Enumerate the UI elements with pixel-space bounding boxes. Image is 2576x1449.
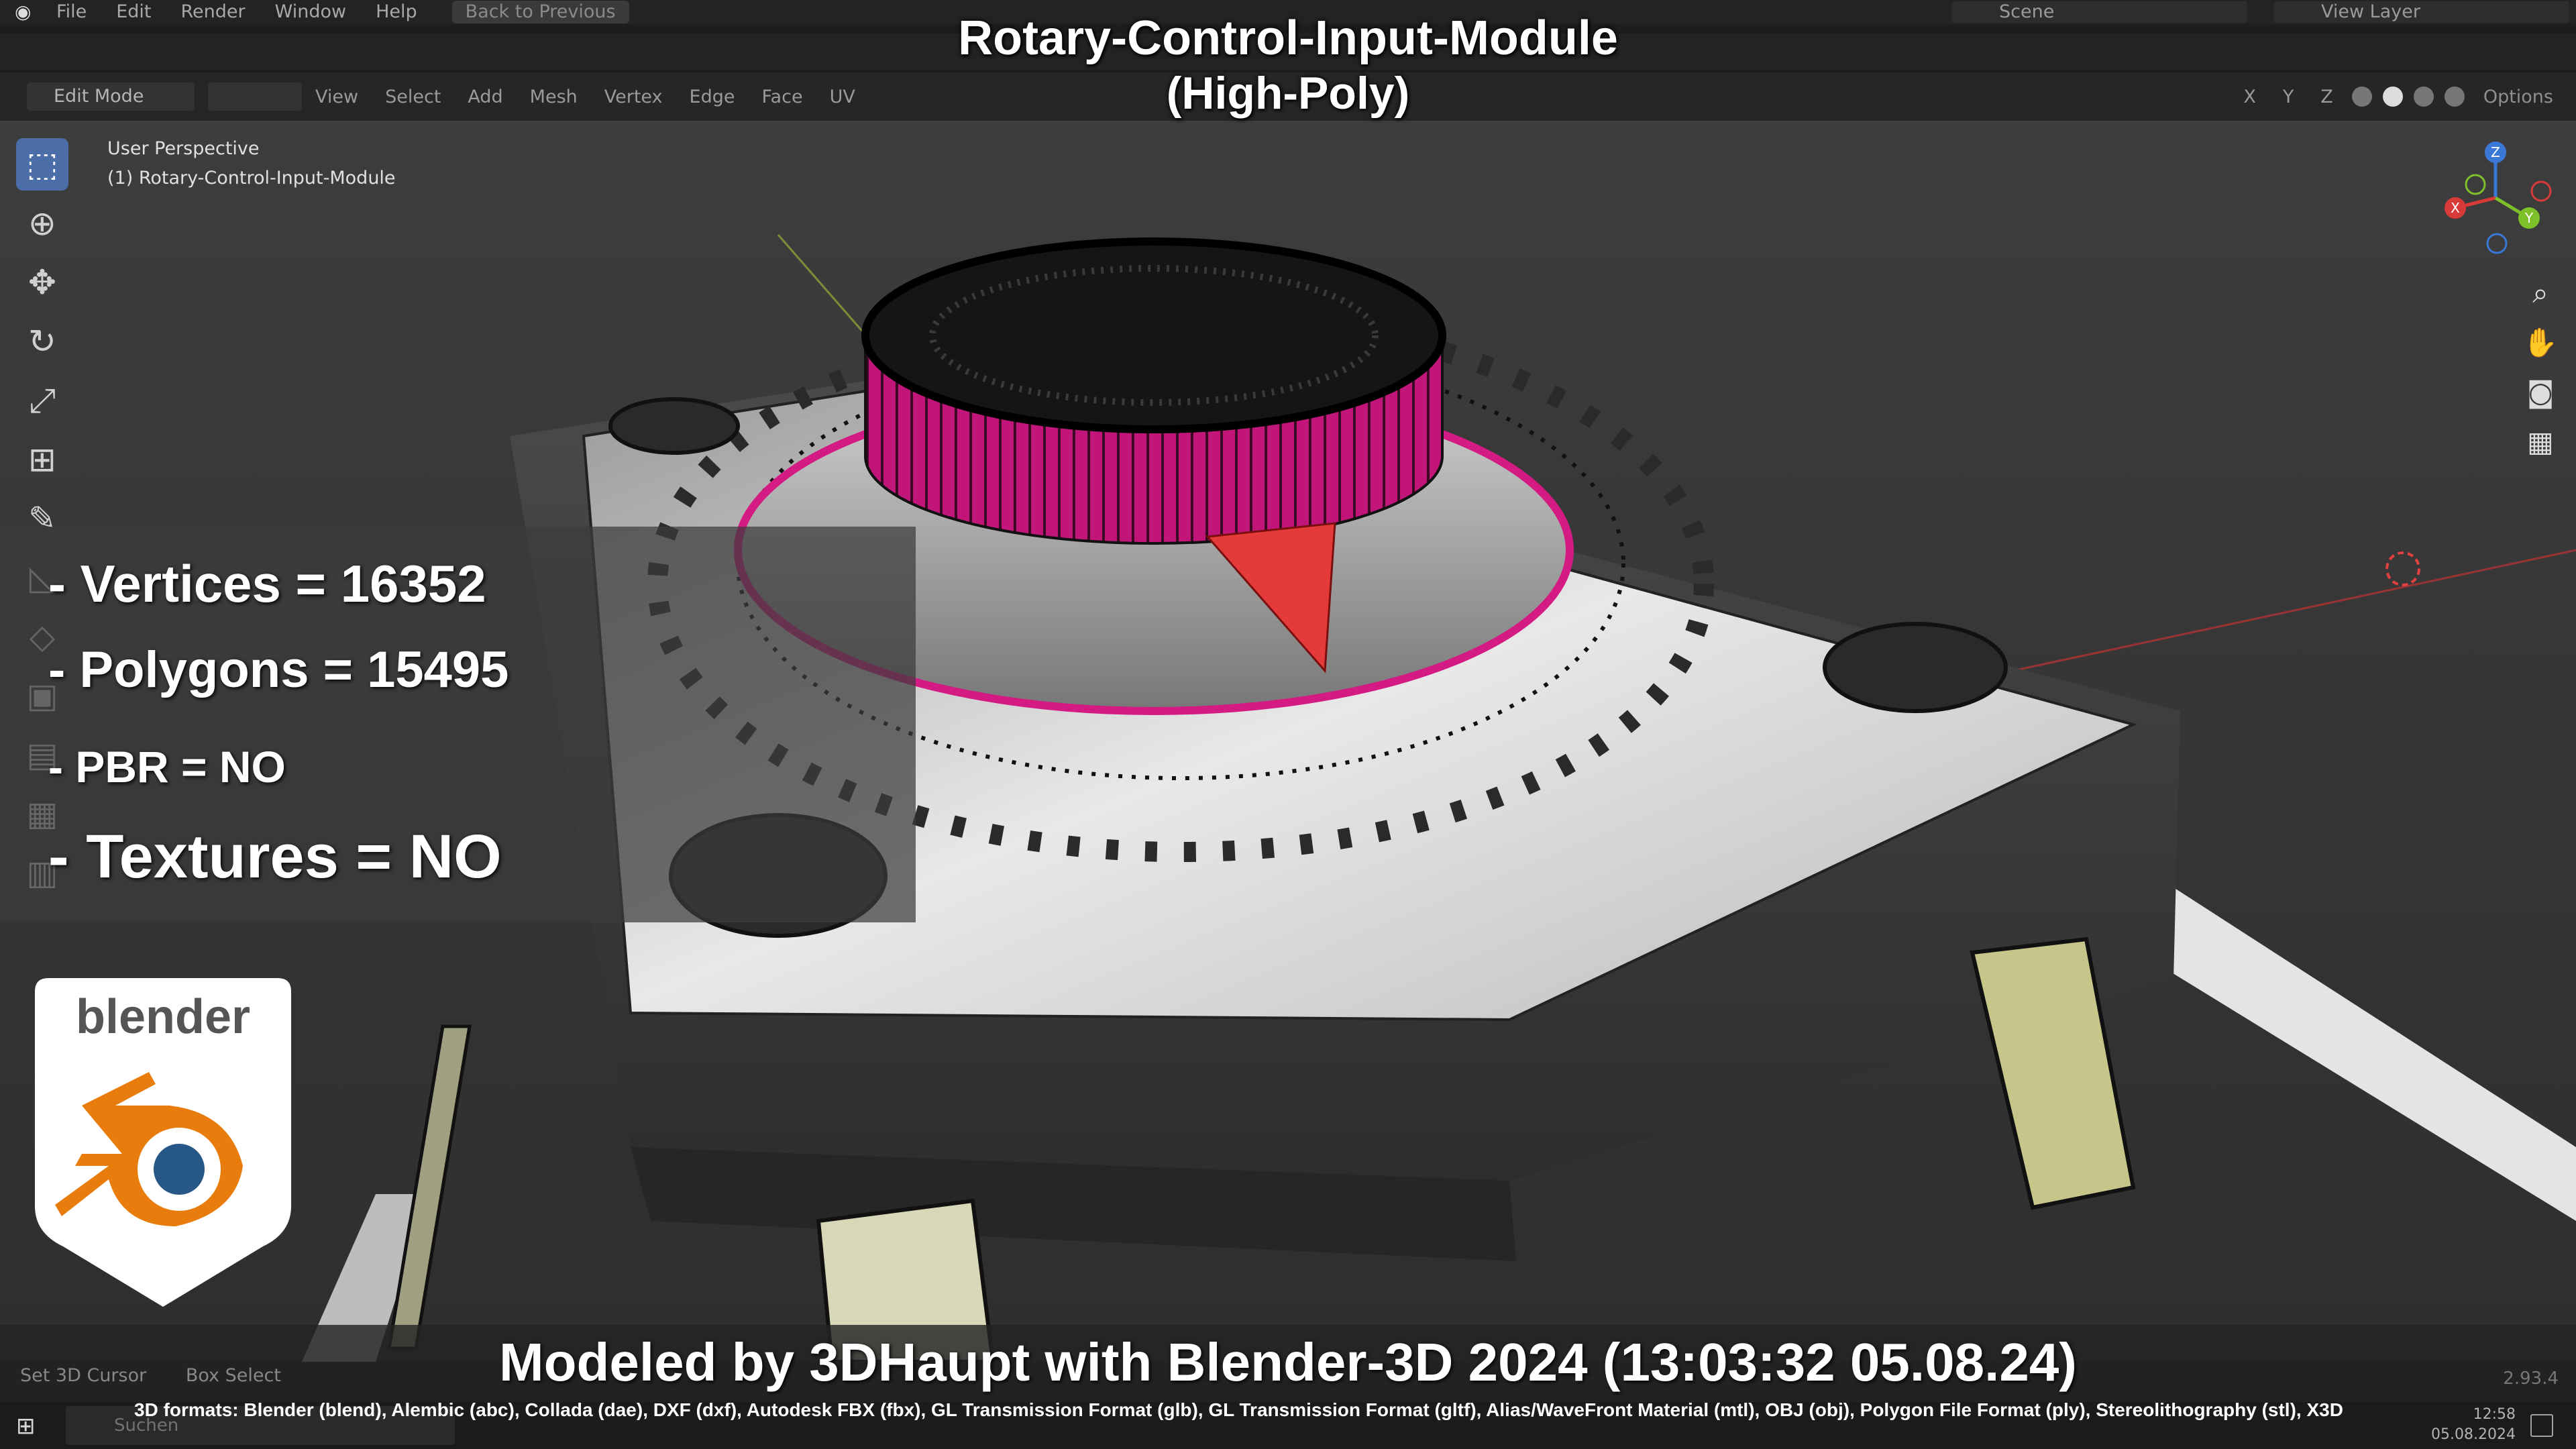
grid-ortho-icon[interactable]: ▦ bbox=[2519, 421, 2562, 464]
small-foot bbox=[608, 397, 740, 455]
zoom-icon[interactable]: ⌕ bbox=[2519, 272, 2562, 315]
pbr-stat: - PBR = NO bbox=[48, 742, 286, 792]
pan-hand-icon[interactable]: ✋ bbox=[2519, 321, 2562, 364]
stats-panel: - Vertices = 16352 - Polygons = 15495 - … bbox=[0, 527, 916, 922]
taskbar-clock: 12:58 05.08.2024 bbox=[2431, 1405, 2516, 1445]
viewport-info: User Perspective (1) Rotary-Control-Inpu… bbox=[107, 134, 396, 193]
knob-top bbox=[861, 237, 1446, 433]
transform-tool-icon[interactable]: ⊞ bbox=[16, 433, 68, 486]
blender-logo-badge: blender bbox=[35, 978, 291, 1307]
perspective-label: User Perspective bbox=[107, 138, 260, 159]
blender-wordmark: blender bbox=[76, 990, 250, 1044]
small-foot bbox=[1823, 622, 2008, 713]
scale-tool-icon[interactable]: ⤢ bbox=[16, 374, 68, 427]
move-tool-icon[interactable]: ✥ bbox=[16, 256, 68, 309]
notification-icon[interactable] bbox=[2530, 1414, 2553, 1437]
select-box-tool-icon[interactable]: ⬚ bbox=[16, 138, 68, 191]
vertices-stat: - Vertices = 16352 bbox=[48, 554, 486, 613]
textures-stat: - Textures = NO bbox=[48, 822, 502, 891]
windows-start-icon[interactable]: ⊞ bbox=[16, 1414, 40, 1438]
gizmo-x-label: X bbox=[2451, 200, 2460, 216]
gizmo-z-label: Z bbox=[2491, 144, 2500, 160]
credit-text: Modeled by 3DHaupt with Blender-3D 2024 … bbox=[499, 1332, 2077, 1392]
active-object-label: (1) Rotary-Control-Input-Module bbox=[107, 168, 396, 189]
clock-date: 05.08.2024 bbox=[2431, 1426, 2516, 1443]
overlay-title: Rotary-Control-Input-Module bbox=[958, 11, 1618, 65]
clock-time: 12:58 bbox=[2473, 1406, 2516, 1423]
overlay-subtitle: (High-Poly) bbox=[1166, 68, 1410, 119]
viewport-nav-buttons: ⌕ ✋ ◙ ▦ bbox=[2519, 272, 2573, 470]
cursor-tool-icon[interactable]: ⊕ bbox=[16, 197, 68, 250]
navigation-gizmo[interactable]: Z X Y bbox=[2435, 138, 2556, 258]
camera-icon[interactable]: ◙ bbox=[2519, 371, 2562, 414]
gizmo-y-label: Y bbox=[2524, 210, 2534, 226]
formats-text: 3D formats: Blender (blend), Alembic (ab… bbox=[134, 1399, 2343, 1420]
polygons-stat: - Polygons = 15495 bbox=[48, 641, 509, 698]
rotate-tool-icon[interactable]: ↻ bbox=[16, 315, 68, 368]
